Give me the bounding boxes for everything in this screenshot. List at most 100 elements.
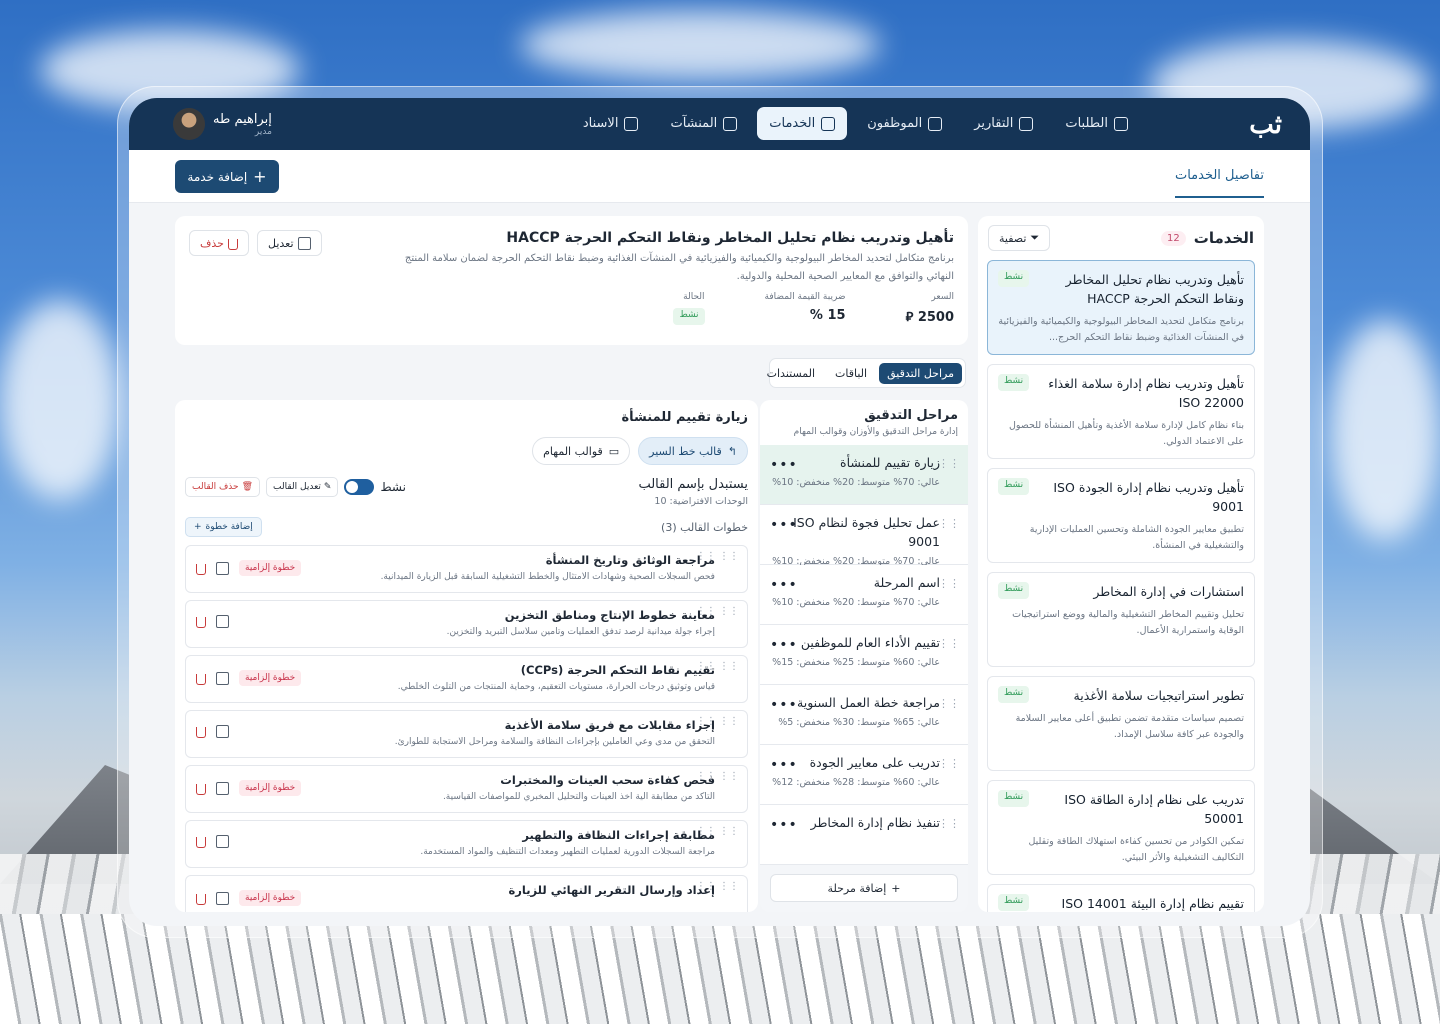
step-name: معاينة خطوط الإنتاج ومناطق التخزين <box>504 608 715 622</box>
user-role: مدير <box>254 126 272 137</box>
edit-template-label: تعديل القالب <box>273 482 321 492</box>
nav-item-5[interactable]: الاسناد <box>571 107 651 140</box>
edit-icon[interactable] <box>216 835 229 848</box>
stage-item[interactable]: ⋮⋮ زيارة تقييم للمنشأة عالي: 70% متوسط: 20… <box>760 445 968 505</box>
drag-handle-icon[interactable]: ⋮⋮ ⋮⋮ <box>696 607 739 617</box>
drag-handle-icon[interactable]: ⋮⋮ ⋮⋮ <box>696 827 739 837</box>
more-icon[interactable]: ••• <box>770 577 798 593</box>
drag-handle-icon[interactable]: ⋮⋮ <box>938 638 960 649</box>
trash-icon[interactable] <box>196 893 206 905</box>
delete-template-button[interactable]: 🗑 حذف القالب <box>185 477 261 497</box>
stage-item[interactable]: ⋮⋮ عمل تحليل فجوة لنظام ISO 9001 عالي: 70%… <box>760 505 968 567</box>
stage-item[interactable]: ⋮⋮ تدريب على معايير الجودة عالي: 60% متوسط… <box>760 745 968 805</box>
trash-icon[interactable] <box>196 673 206 685</box>
template-step[interactable]: ⋮⋮ ⋮⋮ إجراء مقابلات مع فريق سلامة الأغذية… <box>185 710 748 758</box>
nav-item-3[interactable]: الخدمات <box>757 107 848 140</box>
stage-item[interactable]: ⋮⋮ مراجعة خطة العمل السنوية عالي: 65% متوس… <box>760 685 968 745</box>
mandatory-badge: خطوة إلزامية <box>239 780 302 796</box>
tab-service-details[interactable]: تفاصيل الخدمات <box>1174 168 1264 198</box>
assign-icon <box>624 116 639 131</box>
app-window: ثب الطلبات التقارير الموظفون الخدمات المنشآت… <box>129 98 1310 926</box>
vat-stat: ضريبة القيمة المضافة 15 % <box>765 292 846 325</box>
services-title: الخدمات <box>1193 229 1254 247</box>
top-nav: ثب الطلبات التقارير الموظفون الخدمات المنشآت… <box>129 98 1310 150</box>
drag-handle-icon[interactable]: ⋮⋮ <box>938 758 960 769</box>
edit-service-button[interactable]: تعديل <box>256 230 322 256</box>
edit-icon[interactable] <box>216 671 229 685</box>
active-toggle[interactable] <box>344 479 375 495</box>
drag-handle-icon[interactable]: ⋮⋮ <box>938 818 960 829</box>
template-step[interactable]: ⋮⋮ ⋮⋮ مطابقة إجراءات النظافة والتطهير مراج… <box>185 820 748 868</box>
more-icon[interactable]: ••• <box>770 457 798 473</box>
service-card[interactable]: تأهيل وتدريب نظام إدارة الجودة ISO 9001 ن… <box>987 468 1255 563</box>
service-card[interactable]: تأهيل وتدريب نظام إدارة سلامة الغذاء ISO… <box>987 364 1255 459</box>
add-service-label: إضافة خدمة <box>187 169 248 184</box>
template-step[interactable]: ⋮⋮ ⋮⋮ مراجعة الوثائق وتاريخ المنشأة فحص ال… <box>185 545 748 593</box>
edit-icon[interactable] <box>216 561 229 575</box>
status-badge: نشط <box>998 270 1030 287</box>
drag-handle-icon[interactable]: ⋮⋮ <box>938 698 960 709</box>
edit-icon[interactable] <box>216 781 229 795</box>
template-step[interactable]: ⋮⋮ ⋮⋮ فحص كفاءة سحب العينات والمختبرات الت… <box>185 765 748 813</box>
filter-button[interactable]: ⏷ تصفية <box>988 225 1051 251</box>
more-icon[interactable]: ••• <box>770 637 798 653</box>
drag-handle-icon[interactable]: ⋮⋮ <box>938 518 960 529</box>
delete-service-button[interactable]: حذف <box>189 230 249 256</box>
add-stage-button[interactable]: + إضافة مرحلة <box>770 874 958 902</box>
add-step-button[interactable]: إضافة خطوة + <box>185 517 262 537</box>
edit-icon: ✎ <box>323 482 332 492</box>
drag-handle-icon[interactable]: ⋮⋮ ⋮⋮ <box>696 662 739 672</box>
stage-item[interactable]: ⋮⋮ تقييم الأداء العام للموظفين عالي: 60% م… <box>760 625 968 685</box>
drag-handle-icon[interactable]: ⋮⋮ <box>938 458 960 469</box>
nav-item-label: الاسناد <box>582 116 619 131</box>
drag-handle-icon[interactable]: ⋮⋮ ⋮⋮ <box>696 772 739 782</box>
template-step[interactable]: ⋮⋮ ⋮⋮ إعداد وإرسال التقرير النهائي للزيار… <box>185 875 748 912</box>
service-card[interactable]: تأهيل وتدريب نظام تحليل المخاطر ونقاط ال… <box>987 260 1255 355</box>
stage-item[interactable]: ⋮⋮ تنفيذ نظام إدارة المخاطر ••• <box>760 805 968 865</box>
service-card-description: برنامج متكامل لتحديد المخاطر البيولوجية … <box>998 316 1244 343</box>
service-card-header: تقييم نظام إدارة البيئة ISO 14001 نشط <box>998 894 1244 912</box>
service-card[interactable]: تقييم نظام إدارة البيئة ISO 14001نشطمراج… <box>987 884 1255 912</box>
user-profile[interactable]: إبراهيم طه مدير <box>173 108 272 140</box>
service-card[interactable]: تطوير استراتيجيات سلامة الأغذية نشط تصميم … <box>987 676 1255 771</box>
tab-documents[interactable]: المستندات <box>759 363 823 384</box>
trash-icon[interactable] <box>196 837 206 848</box>
service-card[interactable]: استشارات في إدارة المخاطر نشط تحليل وتقييم… <box>987 572 1255 667</box>
trash-icon[interactable] <box>196 563 206 575</box>
template-step[interactable]: ⋮⋮ ⋮⋮ تقييم نقاط التحكم الحرجة (CCPs) قياس… <box>185 655 748 703</box>
more-icon[interactable]: ••• <box>770 817 798 833</box>
drag-handle-icon[interactable]: ⋮⋮ ⋮⋮ <box>696 882 739 892</box>
more-icon[interactable]: ••• <box>770 697 798 713</box>
drag-handle-icon[interactable]: ⋮⋮ ⋮⋮ <box>696 552 739 562</box>
service-card-title: تأهيل وتدريب نظام تحليل المخاطر ونقاط ال… <box>1065 272 1244 306</box>
step-name: إجراء مقابلات مع فريق سلامة الأغذية <box>504 718 715 732</box>
service-card-description: تحليل وتقييم المخاطر التشغيلية والمالية … <box>1012 609 1244 636</box>
chip-flow-template[interactable]: ↰ قالب خط السير <box>638 437 748 465</box>
template-step[interactable]: ⋮⋮ ⋮⋮ معاينة خطوط الإنتاج ومناطق التخزين إ… <box>185 600 748 648</box>
service-card[interactable]: تدريب على نظام إدارة الطاقة ISO 50001 نشط… <box>987 780 1255 875</box>
nav-item-0[interactable]: الطلبات <box>1053 107 1140 140</box>
trash-icon[interactable] <box>196 617 206 628</box>
edit-icon[interactable] <box>216 891 229 905</box>
tab-packages[interactable]: الباقات <box>827 363 875 384</box>
avatar[interactable] <box>173 108 205 140</box>
trash-icon[interactable] <box>196 783 206 795</box>
add-service-button[interactable]: + إضافة خدمة <box>175 160 279 193</box>
more-icon[interactable]: ••• <box>770 517 798 533</box>
nav-item-1[interactable]: التقارير <box>962 107 1045 140</box>
chip-task-templates[interactable]: ▭ قوالب المهام <box>532 437 631 465</box>
edit-icon[interactable] <box>216 615 229 628</box>
plus-icon: + <box>253 167 267 186</box>
drag-handle-icon[interactable]: ⋮⋮ ⋮⋮ <box>696 717 739 727</box>
stage-item[interactable]: ⋮⋮ اسم المرحلة عالي: 70% متوسط: 20% منخفض:… <box>760 565 968 625</box>
nav-item-4[interactable]: المنشآت <box>658 107 749 140</box>
status-badge: نشط <box>673 308 705 325</box>
nav-item-2[interactable]: الموظفون <box>855 107 954 140</box>
drag-handle-icon[interactable]: ⋮⋮ <box>938 578 960 589</box>
edit-icon[interactable] <box>216 725 229 738</box>
trash-icon[interactable] <box>196 727 206 738</box>
tab-audit-stages[interactable]: مراحل التدقيق <box>879 362 962 384</box>
price-value: 2500 ⃁ <box>905 310 954 325</box>
more-icon[interactable]: ••• <box>770 757 798 773</box>
edit-template-button[interactable]: ✎ تعديل القالب <box>266 477 339 497</box>
